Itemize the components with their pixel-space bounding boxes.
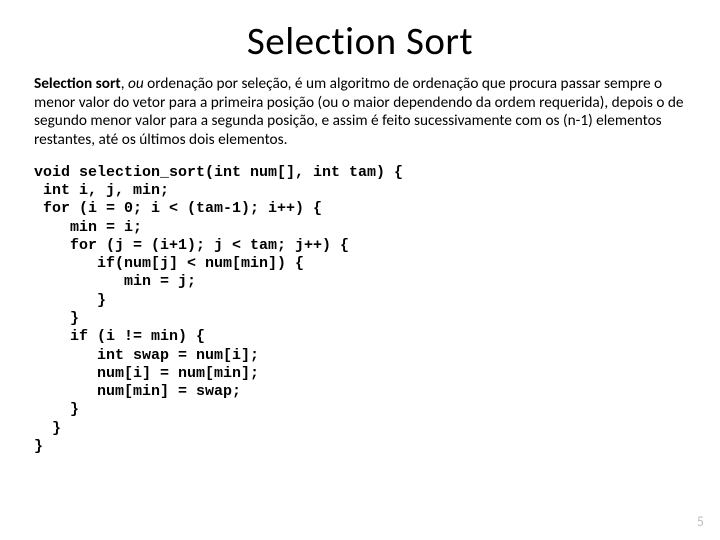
slide: Selection Sort Selection sort, ou ordena… bbox=[0, 0, 720, 540]
slide-title: Selection Sort bbox=[34, 18, 686, 65]
desc-italic: ou bbox=[128, 74, 144, 93]
description-paragraph: Selection sort, ou ordenação por seleção… bbox=[34, 75, 686, 150]
desc-sep: , bbox=[121, 74, 128, 93]
desc-term: Selection sort bbox=[34, 74, 121, 93]
code-block: void selection_sort(int num[], int tam) … bbox=[34, 164, 686, 457]
page-number: 5 bbox=[697, 513, 704, 530]
